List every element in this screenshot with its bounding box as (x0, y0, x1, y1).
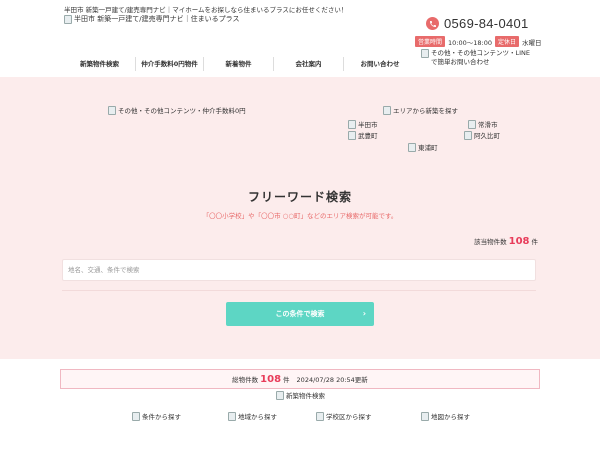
area-link-tokoname[interactable]: 常滑市 (468, 119, 498, 129)
listings-section-title: 新築物件検索 (276, 390, 325, 400)
hours-value: 10:00～18:00 (448, 38, 492, 47)
line-contact-text-1: その他・その他コンテンツ・LINE (431, 49, 531, 57)
nav-item-contact[interactable]: お問い合わせ (344, 57, 416, 71)
phone-number: 0569-84-0401 (444, 16, 529, 31)
phone-link[interactable]: 0569-84-0401 (426, 16, 529, 31)
area-label: 半田市 (358, 121, 378, 129)
hours-badge: 営業時間 (415, 36, 446, 47)
tagline: 半田市 新築一戸建て/建売専門ナビ｜マイホームをお探しなら住まいるプラスにお任せ… (64, 6, 348, 14)
listings-title-alt-text: 新築物件検索 (286, 392, 325, 400)
freeword-search-input[interactable] (62, 259, 536, 281)
line-image-icon (421, 49, 429, 58)
area-link-taketoyo[interactable]: 武豊町 (348, 130, 378, 140)
category-image-icon (132, 411, 140, 421)
listings-title-image-icon (276, 390, 284, 400)
total-count-unit: 件 (283, 376, 290, 384)
area-image-icon (348, 119, 356, 129)
search-button-label: この条件で検索 (275, 310, 325, 318)
area-link-agui[interactable]: 阿久比町 (464, 130, 500, 140)
logo-alt-text: 半田市 新築一戸建て/建売専門ナビ｜住まいるプラス (74, 15, 240, 23)
category-label: 学校区から探す (326, 413, 372, 421)
category-area[interactable]: 地域から探す (228, 411, 277, 421)
category-label: 地図から探す (431, 413, 470, 421)
area-label: 東浦町 (418, 144, 438, 152)
search-divider (62, 290, 536, 291)
area-label: 阿久比町 (474, 132, 500, 140)
result-count-unit: 件 (531, 238, 539, 246)
result-count-number: 108 (508, 236, 530, 247)
total-count-bar: 総物件数 108 件 2024/07/28 20:54更新 (60, 369, 540, 389)
update-timestamp: 2024/07/28 20:54更新 (296, 376, 368, 384)
category-label: 地域から探す (238, 413, 277, 421)
logo-image-icon (64, 14, 72, 24)
area-image-icon (468, 119, 476, 129)
area-image-icon (464, 130, 472, 140)
search-title: フリーワード検索 (247, 190, 352, 204)
banner-image-icon (108, 105, 116, 115)
area-search-title: エリアから新築を探す (383, 105, 458, 115)
area-link-higashiura[interactable]: 東浦町 (408, 142, 438, 152)
business-hours: 営業時間 10:00～18:00 定休日 水曜日 (415, 36, 542, 47)
category-label: 条件から探す (142, 413, 181, 421)
holiday-value: 水曜日 (522, 38, 542, 47)
search-hint: 「〇〇小学校」や「〇〇市 ○○町」などのエリア検索が可能です。 (202, 212, 398, 220)
total-count-number: 108 (260, 373, 282, 385)
nav-item-new-arrivals[interactable]: 新着物件 (204, 56, 274, 71)
nav-item-zero-fee[interactable]: 仲介手数料0円物件 (136, 56, 204, 71)
area-image-icon (408, 142, 416, 152)
total-count-label: 総物件数 (232, 376, 259, 384)
banner-alt-text: その他・その他コンテンツ・仲介手数料0円 (118, 107, 246, 115)
category-map[interactable]: 地図から探す (421, 411, 470, 421)
area-label: 常滑市 (478, 121, 498, 129)
category-school[interactable]: 学校区から探す (316, 411, 372, 421)
area-link-handa[interactable]: 半田市 (348, 119, 378, 129)
category-image-icon (316, 411, 324, 421)
area-image-icon (348, 130, 356, 140)
result-count: 該当物件数 108 件 (474, 236, 538, 247)
holiday-badge: 定休日 (494, 36, 519, 47)
nav-item-company[interactable]: 会社案内 (274, 56, 344, 71)
area-label: 武豊町 (358, 132, 378, 140)
area-title-image-icon (383, 105, 391, 115)
line-contact-link[interactable]: その他・その他コンテンツ・LINE で簡単お問い合わせ (421, 49, 546, 67)
category-image-icon (228, 411, 236, 421)
line-contact-text-2: で簡単お問い合わせ (431, 58, 490, 66)
chevron-right-icon: › (362, 309, 366, 318)
global-nav: 新築物件検索 仲介手数料0円物件 新着物件 会社案内 お問い合わせ (64, 55, 416, 72)
phone-icon (426, 17, 439, 30)
site-logo[interactable]: 半田市 新築一戸建て/建売専門ナビ｜住まいるプラス (64, 14, 239, 24)
nav-item-new-search[interactable]: 新築物件検索 (64, 56, 136, 71)
category-condition[interactable]: 条件から探す (132, 411, 181, 421)
result-count-label: 該当物件数 (474, 238, 507, 246)
zero-fee-banner[interactable]: その他・その他コンテンツ・仲介手数料0円 (108, 105, 246, 115)
category-image-icon (421, 411, 429, 421)
search-submit-button[interactable]: この条件で検索 › (226, 302, 374, 326)
area-title-alt-text: エリアから新築を探す (393, 107, 458, 115)
